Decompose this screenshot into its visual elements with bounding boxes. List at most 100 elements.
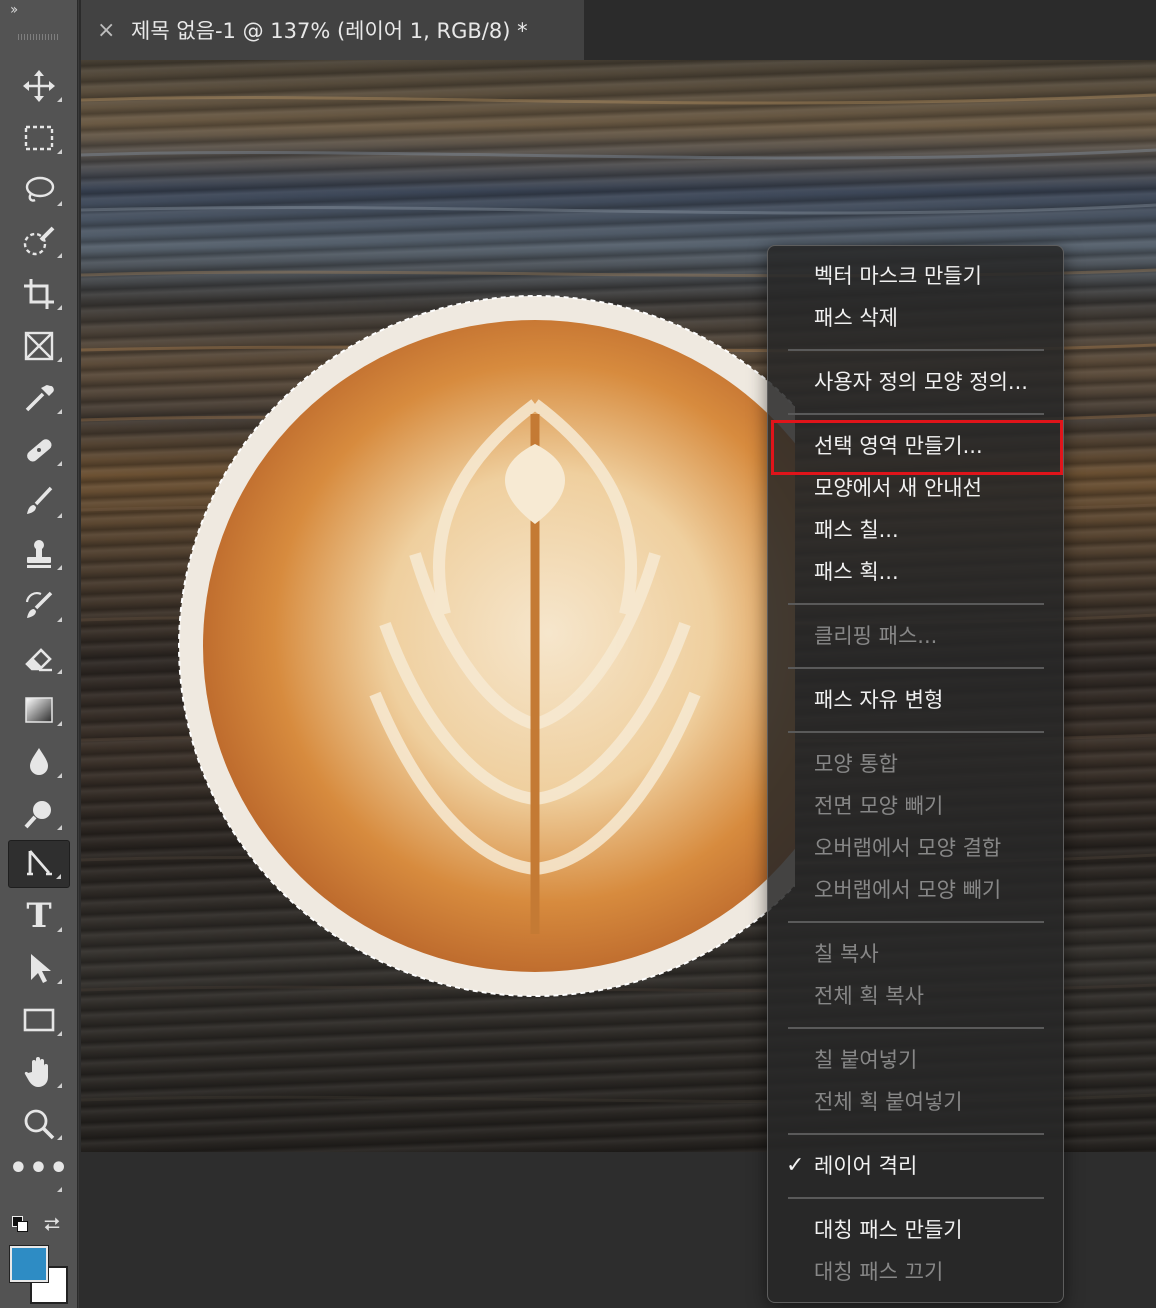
dodge-icon (24, 801, 51, 829)
foreground-color-swatch[interactable] (9, 1245, 49, 1283)
menu-item: 오버랩에서 모양 빼기 (768, 870, 1063, 910)
menu-item-label: 클리핑 패스... (814, 624, 938, 648)
menu-item-label: 칠 복사 (814, 942, 879, 966)
close-tab-icon[interactable]: × (97, 18, 123, 43)
menu-item: 클리핑 패스... (768, 616, 1063, 656)
menu-item: 전체 획 복사 (768, 976, 1063, 1016)
menu-item: 칠 붙여넣기 (768, 1040, 1063, 1080)
menu-item[interactable]: 선택 영역 만들기... (768, 426, 1063, 466)
brush-icon (27, 486, 53, 514)
color-controls: ⮂ (10, 1212, 70, 1236)
menu-item-label: 오버랩에서 모양 빼기 (814, 878, 1002, 902)
quick-selection-tool[interactable] (8, 218, 70, 266)
menu-separator (788, 349, 1044, 351)
document-title: 제목 없음-1 @ 137% (레이어 1, RGB/8) * (131, 19, 528, 43)
crop-icon (24, 279, 54, 309)
eraser-tool[interactable] (8, 634, 70, 682)
swap-colors-icon[interactable]: ⮂ (44, 1212, 60, 1236)
crop-tool[interactable] (8, 270, 70, 318)
stamp-icon (27, 540, 51, 568)
collapse-panel-button[interactable]: ›› (10, 2, 18, 18)
menu-item[interactable]: 패스 삭제 (768, 298, 1063, 338)
rectangle-icon (23, 1008, 55, 1032)
document-tab[interactable]: × 제목 없음-1 @ 137% (레이어 1, RGB/8) * (81, 0, 584, 60)
menu-item-label: 오버랩에서 모양 결합 (814, 836, 1002, 860)
clone-stamp-tool[interactable] (8, 530, 70, 578)
menu-item-label: 칠 붙여넣기 (814, 1048, 918, 1072)
menu-item-label: 패스 칠... (814, 518, 899, 542)
tools-panel: ›› T ••• ⮂ (0, 0, 78, 1308)
frame-tool[interactable] (8, 322, 70, 370)
zoom-icon (24, 1109, 55, 1140)
menu-item[interactable]: 대칭 패스 만들기 (768, 1210, 1063, 1250)
rectangle-tool[interactable] (8, 996, 70, 1044)
path-context-menu: 벡터 마스크 만들기패스 삭제사용자 정의 모양 정의... 선택 영역 만들기.… (767, 245, 1064, 1303)
arrow-icon (31, 954, 51, 983)
panel-grip[interactable] (18, 34, 58, 40)
menu-item[interactable]: ✓ 레이어 격리 (768, 1146, 1063, 1186)
gradient-icon (25, 697, 53, 723)
menu-item-label: 선택 영역 만들기... (814, 434, 983, 458)
blur-tool[interactable] (8, 738, 70, 786)
quick-selection-icon (23, 226, 55, 256)
menu-separator (788, 667, 1044, 669)
ellipsis-icon: ••• (8, 1151, 70, 1186)
menu-item: 대칭 패스 끄기 (768, 1252, 1063, 1292)
menu-item: 전면 모양 빼기 (768, 786, 1063, 826)
healing-brush-tool[interactable] (8, 426, 70, 474)
brush-tool[interactable] (8, 478, 70, 526)
menu-item-label: 전체 획 붙여넣기 (814, 1090, 963, 1114)
menu-item-label: 대칭 패스 끄기 (814, 1260, 944, 1284)
bandage-icon (27, 439, 52, 462)
pen-tool[interactable] (8, 840, 70, 888)
menu-item: 모양 통합 (768, 744, 1063, 784)
menu-separator (788, 1197, 1044, 1199)
menu-item-label: 패스 자유 변형 (814, 688, 944, 712)
menu-item[interactable]: 패스 칠... (768, 510, 1063, 550)
menu-item-label: 사용자 정의 모양 정의... (814, 370, 1028, 394)
marquee-tool[interactable] (8, 114, 70, 162)
menu-item-label: 전면 모양 빼기 (814, 794, 944, 818)
menu-item-label: 패스 삭제 (814, 306, 898, 330)
menu-item[interactable]: 벡터 마스크 만들기 (768, 256, 1063, 296)
menu-item[interactable]: 패스 자유 변형 (768, 680, 1063, 720)
default-colors-icon[interactable] (10, 1214, 30, 1234)
lasso-tool[interactable] (8, 166, 70, 214)
menu-item[interactable]: 사용자 정의 모양 정의... (768, 362, 1063, 402)
eyedropper-icon (25, 385, 54, 412)
type-tool[interactable]: T (8, 892, 70, 940)
menu-separator (788, 1133, 1044, 1135)
zoom-tool[interactable] (8, 1100, 70, 1148)
lasso-icon (25, 176, 55, 202)
menu-separator (788, 1027, 1044, 1029)
rect-marquee-icon (24, 125, 54, 151)
menu-separator (788, 413, 1044, 415)
type-icon: T (26, 896, 52, 936)
gradient-tool[interactable] (8, 686, 70, 734)
more-tools[interactable]: ••• (8, 1152, 70, 1200)
document-tab-bar: × 제목 없음-1 @ 137% (레이어 1, RGB/8) * (79, 0, 1156, 60)
drop-icon (30, 748, 48, 775)
menu-item-label: 전체 획 복사 (814, 984, 924, 1008)
eraser-icon (25, 648, 52, 672)
checkmark-icon: ✓ (786, 1153, 805, 1178)
menu-item-label: 모양에서 새 안내선 (814, 476, 982, 500)
move-tool[interactable] (8, 62, 70, 110)
menu-item: 오버랩에서 모양 결합 (768, 828, 1063, 868)
eyedropper-tool[interactable] (8, 374, 70, 422)
history-brush-icon (25, 591, 53, 618)
menu-item-label: 모양 통합 (814, 752, 898, 776)
menu-item[interactable]: 패스 획... (768, 552, 1063, 592)
dodge-tool[interactable] (8, 790, 70, 838)
menu-separator (788, 731, 1044, 733)
menu-separator (788, 921, 1044, 923)
menu-item-label: 패스 획... (814, 560, 899, 584)
menu-item[interactable]: 모양에서 새 안내선 (768, 468, 1063, 508)
history-brush-tool[interactable] (8, 582, 70, 630)
menu-item-label: 벡터 마스크 만들기 (814, 264, 982, 288)
menu-separator (788, 603, 1044, 605)
move-icon (23, 70, 55, 102)
hand-tool[interactable] (8, 1048, 70, 1096)
path-selection-tool[interactable] (8, 944, 70, 992)
latte-cup-image (178, 295, 795, 997)
